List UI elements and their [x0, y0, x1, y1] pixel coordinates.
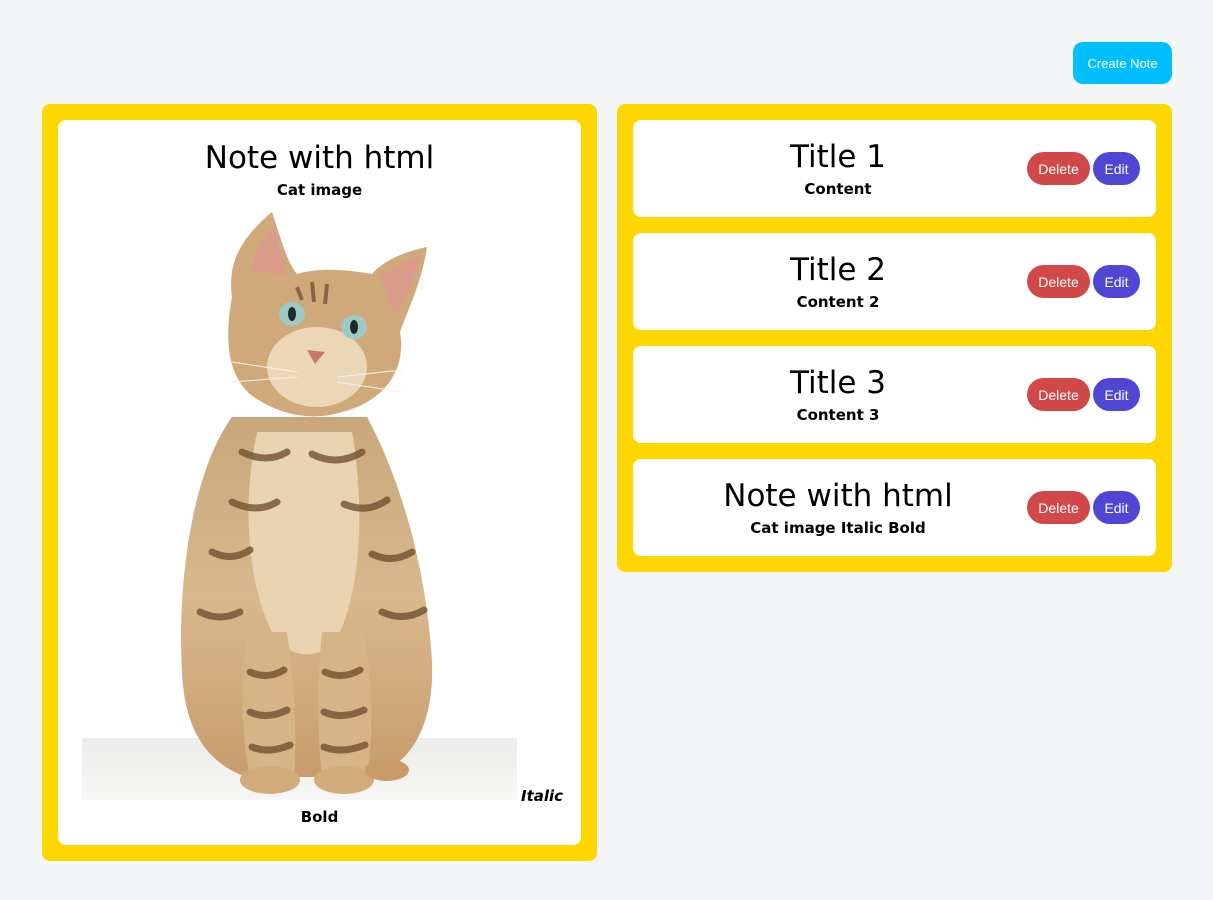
note-item[interactable]: Title 3 Content 3 Delete Edit: [633, 346, 1156, 443]
delete-button[interactable]: Delete: [1027, 152, 1090, 185]
note-title: Note with html: [723, 478, 953, 514]
edit-button[interactable]: Edit: [1093, 152, 1140, 185]
delete-button[interactable]: Delete: [1027, 378, 1090, 411]
note-item[interactable]: Note with html Cat image Italic Bold Del…: [633, 459, 1156, 556]
note-detail-italic-text: Italic: [521, 787, 564, 805]
note-content: Cat image Italic Bold: [750, 519, 926, 537]
note-title: Title 2: [789, 252, 886, 288]
note-content: Content 3: [796, 406, 880, 424]
note-detail-panel: Note with html Cat image Italic Bold: [42, 104, 597, 861]
note-list: Title 1 Content Delete Edit Title 2 Cont…: [633, 120, 1156, 572]
note-item[interactable]: Title 2 Content 2 Delete Edit: [633, 233, 1156, 330]
edit-button[interactable]: Edit: [1093, 265, 1140, 298]
delete-button[interactable]: Delete: [1027, 491, 1090, 524]
note-content: Content: [804, 180, 872, 198]
create-note-button[interactable]: Create Note: [1073, 42, 1172, 84]
delete-button[interactable]: Delete: [1027, 265, 1090, 298]
note-detail-card: Note with html Cat image Italic Bold: [58, 120, 581, 845]
note-title: Title 3: [789, 365, 886, 401]
note-detail-title: Note with html: [204, 140, 435, 176]
note-content: Content 2: [796, 293, 880, 311]
edit-button[interactable]: Edit: [1093, 491, 1140, 524]
note-list-panel: Title 1 Content Delete Edit Title 2 Cont…: [617, 104, 1172, 572]
note-title: Title 1: [789, 139, 886, 175]
note-item[interactable]: Title 1 Content Delete Edit: [633, 120, 1156, 217]
note-detail-bold-text: Bold: [300, 808, 339, 826]
edit-button[interactable]: Edit: [1093, 378, 1140, 411]
note-detail-subtitle: Cat image: [276, 181, 363, 199]
cat-image: [82, 202, 517, 800]
